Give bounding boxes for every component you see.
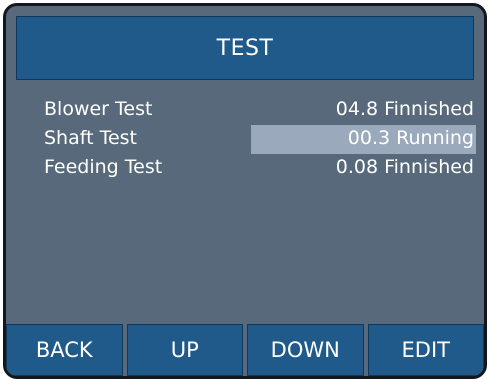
up-button[interactable]: UP xyxy=(126,324,243,376)
device-screen: TEST Blower Test 04.8 Finnished Shaft Te… xyxy=(3,3,487,379)
softkey-bar: BACK UP DOWN EDIT xyxy=(6,324,484,376)
title-bar: TEST xyxy=(16,16,474,80)
edit-button[interactable]: EDIT xyxy=(367,324,484,376)
test-status: 04.8 Finnished xyxy=(335,98,474,120)
test-row-blower[interactable]: Blower Test 04.8 Finnished xyxy=(44,96,474,124)
test-status: 00.3 Running xyxy=(347,127,474,149)
test-name: Shaft Test xyxy=(44,127,138,149)
test-row-feeding[interactable]: Feeding Test 0.08 Finnished xyxy=(44,154,474,182)
test-status: 0.08 Finnished xyxy=(335,156,474,178)
test-name: Feeding Test xyxy=(44,156,163,178)
test-name: Blower Test xyxy=(44,98,153,120)
screen-title: TEST xyxy=(216,35,274,61)
down-button[interactable]: DOWN xyxy=(247,324,364,376)
test-row-shaft[interactable]: Shaft Test 00.3 Running xyxy=(44,125,474,153)
back-button[interactable]: BACK xyxy=(6,324,123,376)
